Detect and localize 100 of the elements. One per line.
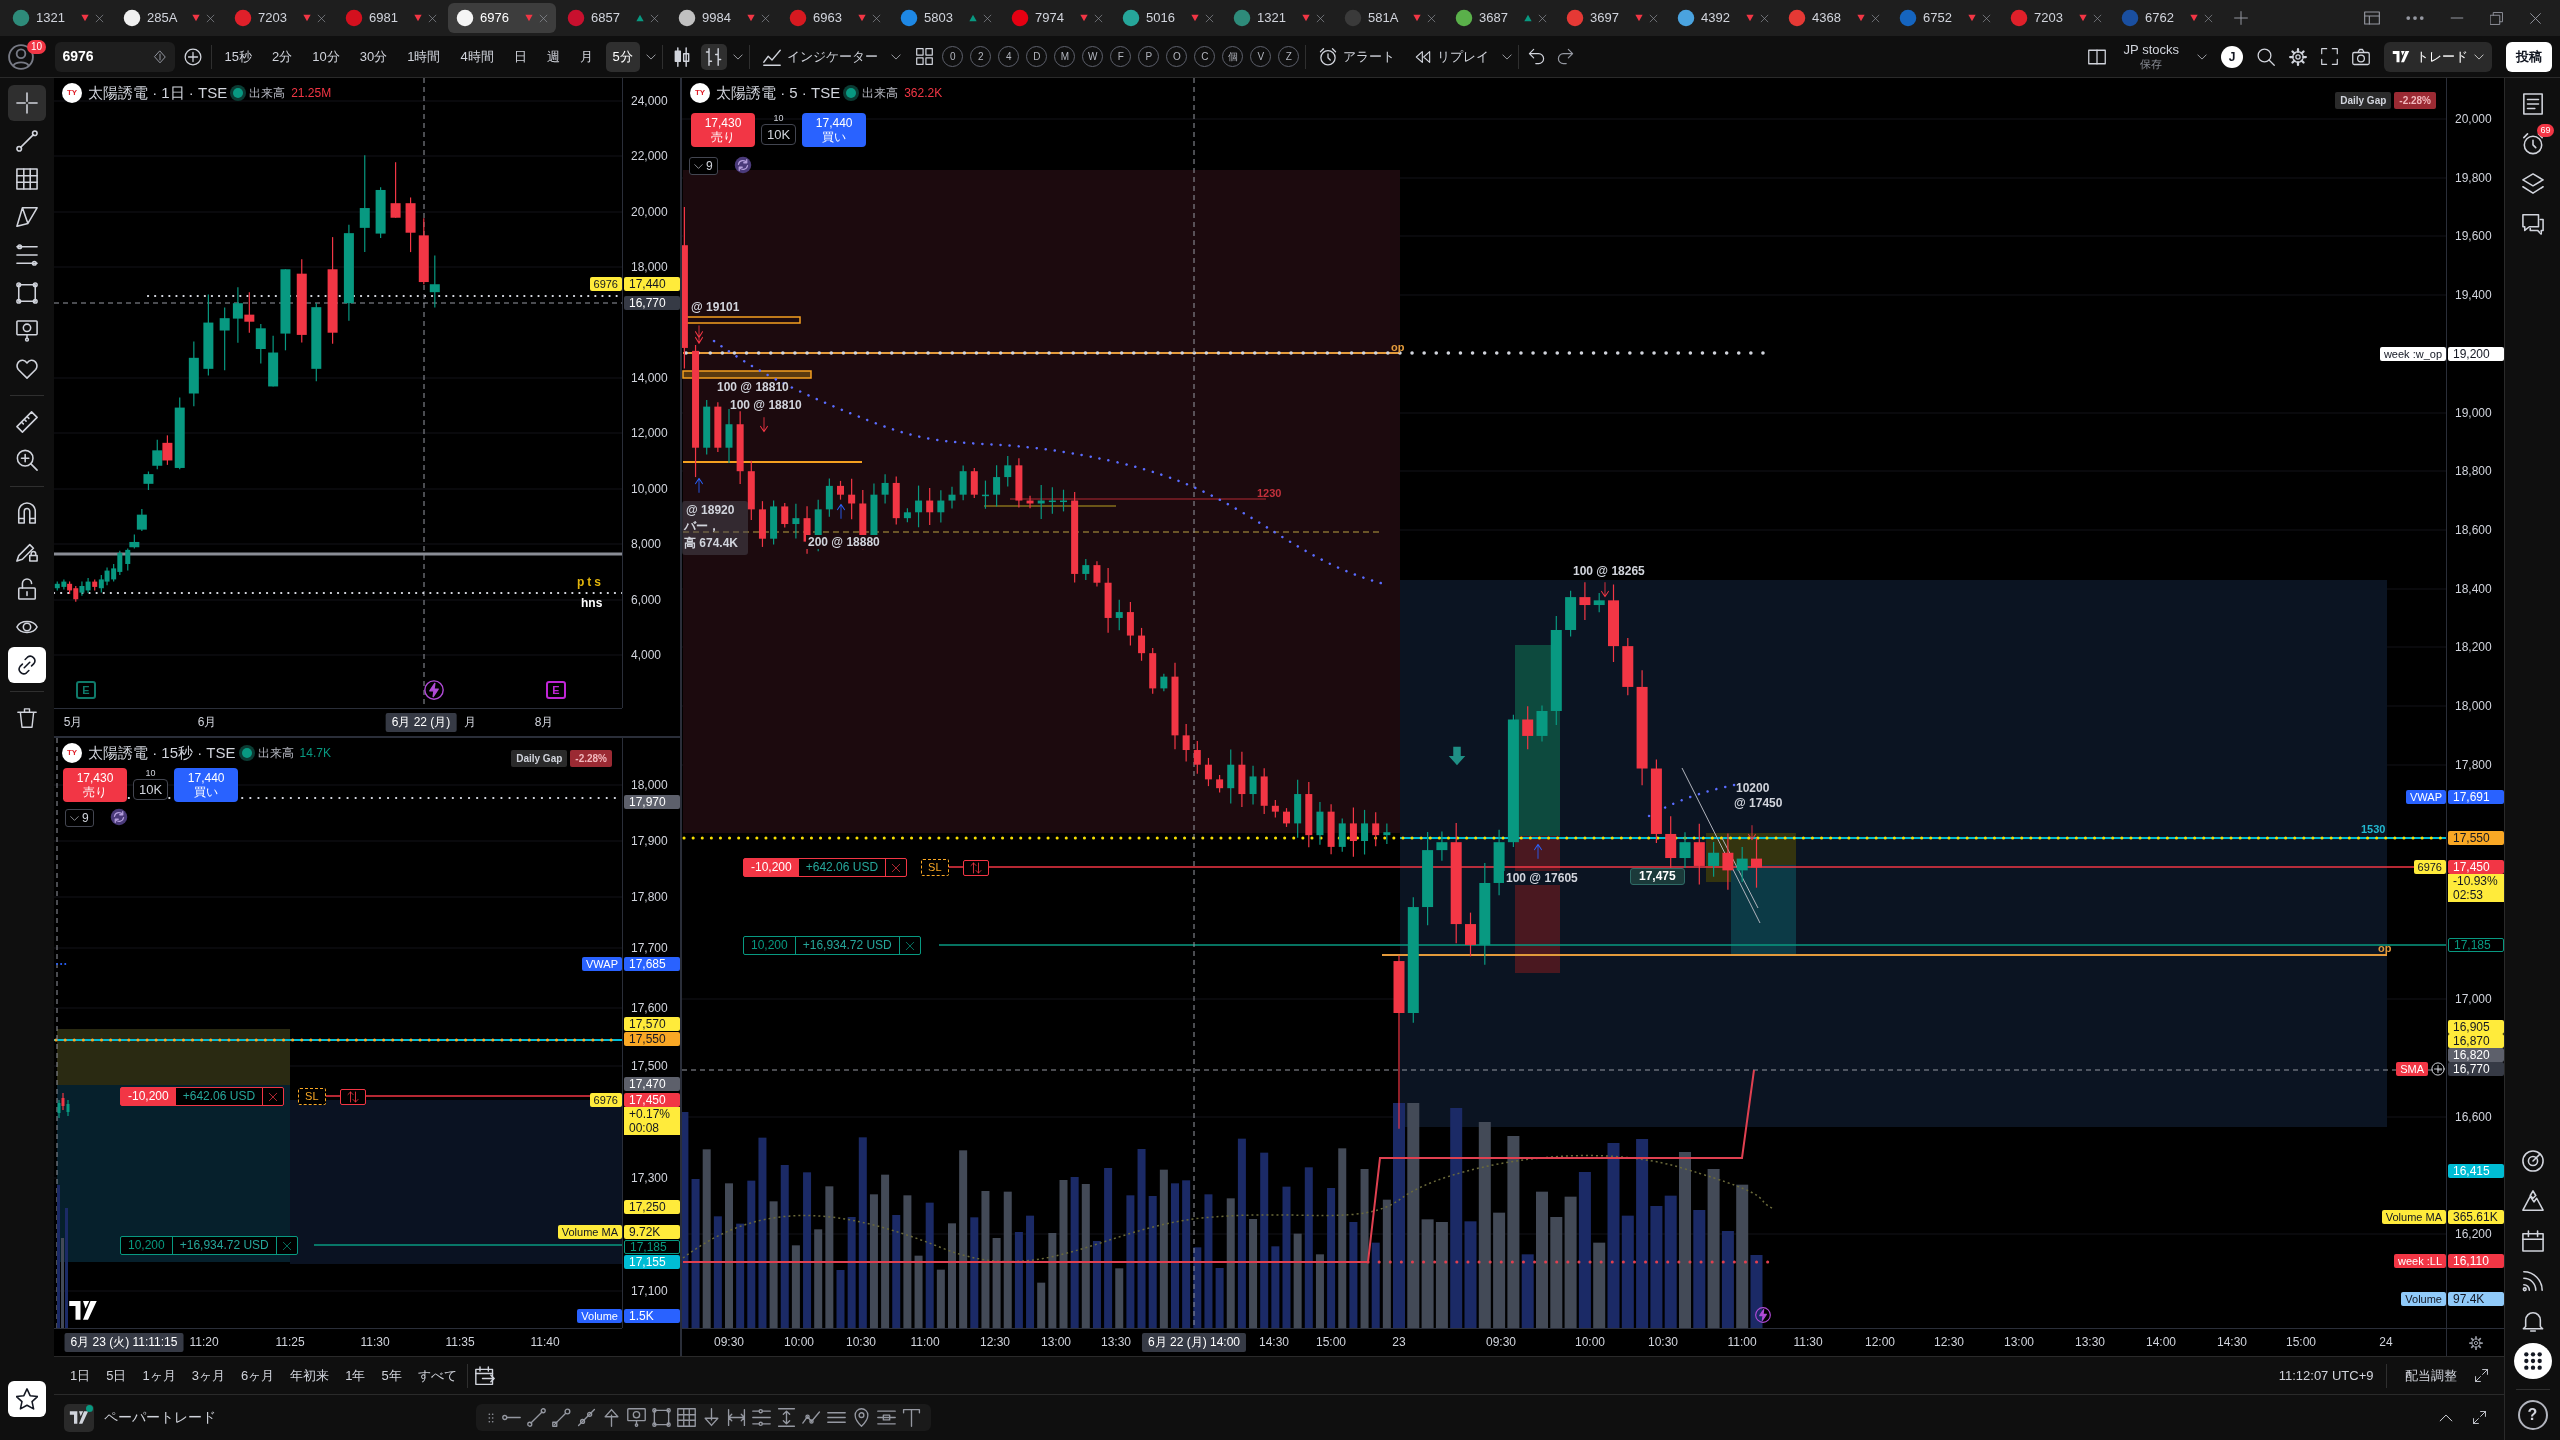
interval-button[interactable]: 4時間: [453, 41, 501, 72]
interval-button[interactable]: 月: [572, 41, 600, 72]
close-icon[interactable]: [206, 13, 215, 23]
symbol-tab[interactable]: 9984: [670, 3, 778, 33]
close-icon[interactable]: [95, 13, 104, 23]
range-button[interactable]: 1ヶ月: [136, 1363, 182, 1388]
range-button[interactable]: すべて: [411, 1363, 463, 1388]
symbol-tab[interactable]: 3697: [1558, 3, 1666, 33]
symbol-search-field[interactable]: 6976: [54, 41, 175, 72]
alarm-clock-icon[interactable]: [2521, 133, 2544, 155]
close-icon[interactable]: [1316, 13, 1325, 23]
trash-icon[interactable]: [17, 708, 37, 728]
calendar-goto-icon[interactable]: [474, 1365, 495, 1386]
chat-icon[interactable]: [2521, 213, 2544, 235]
close-icon[interactable]: [872, 13, 881, 23]
close-icon[interactable]: [428, 13, 437, 23]
range-button[interactable]: 年初来: [284, 1363, 336, 1388]
symbol-tab[interactable]: 6976: [448, 3, 556, 33]
symbol-tab[interactable]: 5016: [1114, 3, 1222, 33]
symbol-tab[interactable]: 6963: [781, 3, 889, 33]
indicators-toggle[interactable]: 9: [689, 157, 718, 175]
settings-icon[interactable]: [2289, 47, 2307, 66]
symbol-tab[interactable]: 3687: [1447, 3, 1555, 33]
up-arrow-icon[interactable]: [602, 1408, 621, 1427]
split-layout-icon[interactable]: [2087, 47, 2106, 66]
zigzag-icon[interactable]: [802, 1408, 821, 1427]
stop-loss-button[interactable]: SL: [298, 1088, 326, 1105]
alert-button[interactable]: アラート: [1312, 41, 1403, 72]
fullscreen-icon[interactable]: [2321, 48, 2338, 65]
interval-button[interactable]: 15秒: [217, 41, 259, 72]
add-circle-icon[interactable]: [2431, 1062, 2445, 1076]
publish-button[interactable]: 投稿: [2506, 41, 2552, 72]
dividend-adjust-button[interactable]: 配当調整: [2398, 1363, 2463, 1388]
toggle-button[interactable]: [8, 647, 46, 683]
star-icon[interactable]: [16, 1388, 38, 1410]
text-tool-icon[interactable]: [902, 1408, 921, 1427]
expand-icon[interactable]: [2474, 1369, 2488, 1382]
indicators-button[interactable]: インジケーター: [755, 41, 885, 72]
settings-icon[interactable]: [2468, 1335, 2483, 1350]
grid-icon[interactable]: [677, 1408, 696, 1427]
close-icon[interactable]: [650, 13, 659, 23]
window-layout-icon[interactable]: [2364, 10, 2380, 26]
caret-icon[interactable]: [645, 51, 656, 62]
range-button[interactable]: 6ヶ月: [234, 1363, 281, 1388]
interval-button[interactable]: 10分: [305, 41, 347, 72]
symbol-tab[interactable]: 1321: [4, 3, 112, 33]
layout-button[interactable]: JP stocks 保存: [2119, 42, 2183, 71]
trade-button[interactable]: トレード: [2384, 41, 2492, 72]
date-range-icon[interactable]: [727, 1408, 746, 1427]
watchlist-icon[interactable]: [2521, 93, 2544, 115]
symbol-tab[interactable]: 7203: [226, 3, 334, 33]
symbol-tab[interactable]: 1321: [1225, 3, 1333, 33]
symbol-tab[interactable]: 285A: [115, 3, 223, 33]
close-icon[interactable]: [983, 13, 992, 23]
redo-icon[interactable]: [1557, 48, 1575, 65]
restore-icon[interactable]: [2490, 11, 2503, 25]
close-icon[interactable]: [539, 13, 548, 23]
symbol-tab[interactable]: 581A: [1336, 3, 1444, 33]
interval-button[interactable]: 日: [506, 41, 534, 72]
close-icon[interactable]: [761, 13, 770, 23]
reverse-position-button[interactable]: [339, 1088, 366, 1105]
trend-line-icon[interactable]: [527, 1408, 546, 1427]
symbol-tab[interactable]: 5803: [892, 3, 1000, 33]
account-avatar[interactable]: J: [2221, 45, 2243, 68]
bell-icon[interactable]: [2521, 1310, 2544, 1332]
close-icon[interactable]: [1649, 13, 1658, 23]
caret-icon[interactable]: [1502, 51, 1513, 62]
caret-icon[interactable]: [2197, 51, 2207, 62]
rectangle-icon[interactable]: [652, 1408, 671, 1427]
calendar-icon[interactable]: [2521, 1230, 2544, 1252]
interval-button[interactable]: 週: [539, 41, 567, 72]
lightning-icon[interactable]: [424, 680, 444, 700]
close-icon[interactable]: [317, 13, 326, 23]
horizontal-lines-icon[interactable]: [752, 1408, 771, 1427]
symbol-tab[interactable]: 6762: [2113, 3, 2221, 33]
close-icon[interactable]: [2529, 11, 2542, 25]
close-icon[interactable]: [1982, 13, 1991, 23]
symbol-tab[interactable]: 6981: [337, 3, 445, 33]
lightning-icon[interactable]: [1755, 1307, 1771, 1323]
mountains-icon[interactable]: [2521, 1190, 2544, 1212]
indicators-toggle[interactable]: 9: [65, 809, 94, 827]
pin-icon[interactable]: [852, 1408, 871, 1427]
symbol-tab[interactable]: 7974: [1003, 3, 1111, 33]
buy-button[interactable]: 17,440 買い: [802, 113, 867, 147]
caret-icon[interactable]: [732, 51, 743, 62]
range-button[interactable]: 1日: [64, 1363, 97, 1388]
interval-button[interactable]: 1時間: [400, 41, 448, 72]
camera-icon[interactable]: [2352, 47, 2370, 66]
close-icon[interactable]: [1205, 13, 1214, 23]
apps-grid-icon[interactable]: [2522, 1351, 2543, 1371]
ray-icon[interactable]: [577, 1408, 596, 1427]
range-button[interactable]: 1年: [339, 1363, 372, 1388]
close-icon[interactable]: [1538, 13, 1547, 23]
close-icon[interactable]: [1094, 13, 1103, 23]
refresh-icon[interactable]: [110, 808, 128, 826]
sell-button[interactable]: 17,430 売り: [691, 113, 755, 147]
line-tool-icon[interactable]: [552, 1408, 571, 1427]
interval-button[interactable]: 2分: [264, 41, 300, 72]
price-range-icon[interactable]: [777, 1408, 796, 1427]
quantity-button[interactable]: 10K: [761, 124, 797, 145]
